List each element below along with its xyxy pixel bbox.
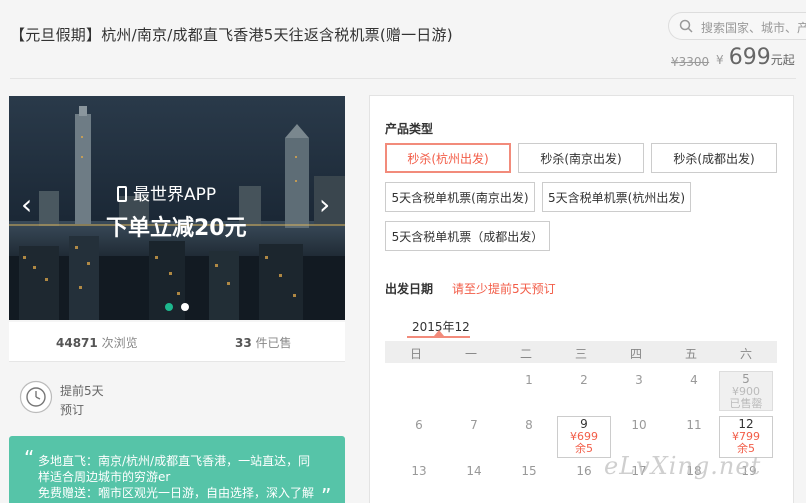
calendar-day: 4 [690, 373, 698, 387]
currency-symbol: ¥ [716, 53, 724, 67]
highlight-line: 免费赠送：嗰市区观光一日游，自由选择，深入了解 [38, 486, 315, 500]
calendar-day: 16 [576, 464, 592, 478]
original-price: ¥3300 [671, 55, 710, 69]
departure-date-label: 出发日期 [385, 282, 434, 296]
banner-app-text: 最世界APP [117, 180, 216, 205]
banner-promo-text: 下单立减20元 [106, 216, 247, 241]
calendar-day: 11 [686, 418, 702, 432]
search-box[interactable]: 搜索国家、城市、产 [668, 12, 806, 40]
weekday-label: 四 [629, 347, 642, 361]
calendar-weekdays: 日 一 二 三 四 五 六 [385, 341, 777, 363]
calendar-day-available[interactable]: 9 ¥699 余5 [557, 416, 611, 458]
option-chengdu-ticket[interactable]: 5天含税单机票（成都出发） [385, 221, 550, 251]
month-underline [407, 336, 470, 338]
calendar-day: 3 [635, 373, 643, 387]
sold-label: 件已售 [251, 336, 292, 350]
search-icon [679, 19, 693, 33]
calendar-day-soldout: 5 ¥900 已售罄 [719, 371, 773, 411]
calendar-day: 8 [525, 418, 533, 432]
calendar-day: 1 [525, 373, 533, 387]
option-hangzhou-flash[interactable]: 秒杀(杭州出发) [385, 143, 511, 173]
hong-kong-skyline-image [9, 96, 345, 320]
advance-booking-info: 提前5天 预订 [9, 370, 345, 426]
phone-icon [117, 186, 127, 202]
weekday-label: 二 [519, 347, 532, 361]
calendar-day: 15 [521, 464, 537, 478]
weekday-label: 一 [464, 347, 477, 361]
carousel-dot[interactable] [181, 303, 189, 311]
views-count: 44871 [56, 336, 98, 350]
product-type-label: 产品类型 [385, 122, 434, 136]
weekday-label: 日 [409, 347, 422, 361]
sold-stat: 33 件已售 [235, 334, 292, 351]
carousel-next-button[interactable]: › [319, 188, 330, 221]
carousel-prev-button[interactable]: ‹ [21, 188, 32, 221]
clock-icon [19, 380, 53, 414]
calendar-day: 7 [470, 418, 478, 432]
current-price: ¥ 699元起 [716, 45, 795, 70]
weekday-label: 三 [574, 347, 587, 361]
highlight-line: 样适合周边城市的穷游er [38, 470, 171, 484]
product-stats: 44871 次浏览 33 件已售 [9, 322, 345, 362]
option-nanjing-flash[interactable]: 秒杀(南京出发) [518, 143, 644, 173]
highlight-line: 多地直飞：南京/杭州/成都直飞香港，一站直达，同 [38, 454, 311, 468]
option-chengdu-flash[interactable]: 秒杀(成都出发) [651, 143, 777, 173]
highlights-box: “ 多地直飞：南京/杭州/成都直飞香港，一站直达，同 样适合周边城市的穷游er … [9, 436, 345, 503]
search-input[interactable]: 搜索国家、城市、产 [701, 19, 806, 36]
banner-app-label: 最世界APP [133, 185, 217, 205]
weekday-label: 六 [739, 347, 752, 361]
option-nanjing-ticket[interactable]: 5天含税单机票(南京出发) [385, 182, 535, 212]
option-hangzhou-ticket[interactable]: 5天含税单机票(杭州出发) [542, 182, 691, 212]
calendar-day: 10 [631, 418, 647, 432]
advance-days: 提前5天 [60, 384, 104, 398]
carousel-dot[interactable] [165, 303, 173, 311]
page-title: 【元旦假期】杭州/南京/成都直飞香港5天往返含税机票(赠一日游) [10, 26, 453, 44]
weekday-label: 五 [684, 347, 697, 361]
calendar-day: 6 [415, 418, 423, 432]
date-tip: 请至少提前5天预订 [452, 282, 556, 296]
close-quote-icon: ” [321, 484, 332, 503]
sold-count: 33 [235, 336, 252, 350]
page-header: 【元旦假期】杭州/南京/成都直飞香港5天往返含税机票(赠一日游) 搜索国家、城市… [0, 0, 806, 78]
calendar-day: 13 [411, 464, 427, 478]
site-watermark: eLvXing.net [604, 452, 762, 480]
image-carousel[interactable]: ‹ › 最世界APP 下单立减20元 [9, 96, 345, 320]
calendar-day: 2 [580, 373, 588, 387]
views-label: 次浏览 [97, 336, 138, 350]
calendar-day: 14 [466, 464, 482, 478]
carousel-dots [165, 303, 189, 311]
price-unit: 元起 [770, 53, 795, 67]
header-divider [10, 78, 796, 79]
open-quote-icon: “ [24, 446, 35, 470]
views-stat: 44871 次浏览 [56, 334, 138, 351]
booking-panel: 产品类型 秒杀(杭州出发) 秒杀(南京出发) 秒杀(成都出发) 5天含税单机票(… [369, 95, 794, 503]
advance-label: 预订 [60, 403, 85, 417]
price-value: 699 [728, 45, 771, 70]
